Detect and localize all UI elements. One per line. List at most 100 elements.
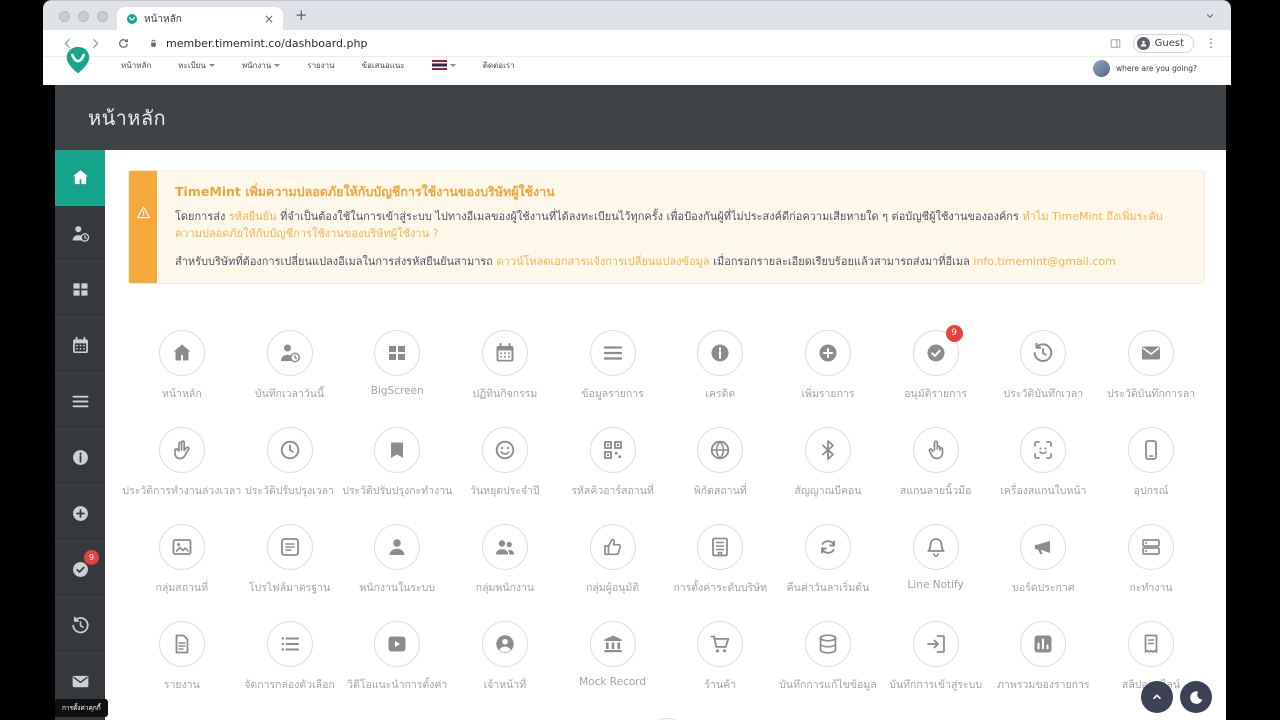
grid-item-phone[interactable]: อุปกรณ์	[1097, 415, 1205, 512]
grid-item-bank[interactable]: Mock Record	[559, 609, 667, 706]
grid-item-label: Line Notify	[907, 578, 964, 591]
browser-tab[interactable]: หน้าหลัก ×	[117, 7, 283, 31]
grid-item-label: ประวัติการทำงานล่วงเวลา	[122, 484, 242, 497]
grid-item-label: เจ้าหน้าที่	[483, 678, 527, 691]
grid-item-envelope[interactable]: ประวัติบันทึกการลา	[1097, 318, 1205, 415]
grid-item-hand-peace[interactable]: ประวัติการทำงานล่วงเวลา	[122, 415, 241, 512]
site-nav-item[interactable]: รายงาน	[307, 59, 334, 72]
site-nav-item[interactable]: ข้อเสนอแนะ	[362, 59, 405, 72]
grid-item-database[interactable]: บันทึกการแก้ไขข้อมูล	[774, 609, 882, 706]
grid-item-bluetooth[interactable]: สัญญาณบีคอน	[774, 415, 882, 512]
sidebar-item-plus-circle[interactable]	[55, 486, 105, 542]
sidebar-item-grid[interactable]	[55, 262, 105, 318]
grid-item-plus-circle[interactable]: เพิ่มรายการ	[774, 318, 882, 415]
user-clock-icon	[72, 226, 89, 242]
new-tab-button[interactable]: +	[295, 6, 308, 24]
grid-item-hand-point[interactable]: สแกนลายนิ้วมือ	[882, 415, 990, 512]
grid-item-label: เพิ่มรายการ	[801, 387, 855, 400]
minimize-window-icon[interactable]	[78, 11, 89, 22]
grid-item-document[interactable]: รายงาน	[128, 609, 236, 706]
envelope-icon	[72, 675, 88, 688]
account-area[interactable]: where are you going?	[1092, 60, 1197, 77]
sidebar-item-history[interactable]	[55, 598, 105, 654]
sidebar-item-home[interactable]	[55, 150, 105, 206]
grid-item-menu[interactable]: ข้อมูลรายการ	[559, 318, 667, 415]
site-nav-item[interactable]: พนักงาน	[242, 59, 281, 72]
sidebar-item-info[interactable]	[55, 430, 105, 486]
language-flag-th-icon[interactable]	[431, 60, 456, 70]
sidebar-item-user-clock[interactable]	[55, 206, 105, 262]
notice-link[interactable]: ดาวน์โหลดเอกสารแจ้งการเปลี่ยนแปลงข้อมูล	[496, 255, 709, 268]
notice-text: เมื่อกรอกรายละเอียดเรียบร้อยแล้วสามารถส่…	[709, 255, 974, 268]
browser-tab-strip: หน้าหลัก × +	[43, 0, 1231, 31]
grid-item-clock[interactable]: ประวัติปรับปรุงเวลา	[236, 415, 344, 512]
grid-item-note[interactable]: โน้ตกิจกรรม	[613, 706, 720, 720]
grid-item-chart[interactable]: ภาพรวมของรายการ	[990, 609, 1098, 706]
grid-item-users[interactable]: กลุ่มพนักงาน	[451, 512, 559, 609]
floating-buttons	[1141, 681, 1212, 713]
user-clock-icon	[280, 344, 300, 362]
tabstrip-chevron-icon[interactable]	[1205, 11, 1215, 21]
grid-item-face-scan[interactable]: เครื่องสแกนใบหน้า	[990, 415, 1098, 512]
site-nav-item[interactable]: ติดต่อเรา	[483, 59, 515, 72]
grid-item-label: ประวัติบันทึกเวลา	[1003, 387, 1084, 400]
grid-item-bookmark[interactable]: ประวัติปรับปรุงกะทำงาน	[342, 415, 452, 512]
grid-item-bell[interactable]: Line Notify	[882, 512, 990, 609]
chevron-down-icon	[208, 63, 215, 67]
calendar-icon	[72, 336, 88, 353]
grid-item-list-box[interactable]: โปรไฟล์มาตรฐาน	[236, 512, 344, 609]
sidebar-item-check-circle[interactable]: 9	[55, 542, 105, 598]
timemint-logo-icon[interactable]	[63, 44, 93, 76]
grid-item-checklist[interactable]: จัดการกล่องตัวเลือก	[236, 609, 344, 706]
grid-item-user[interactable]: พนักงานในระบบ	[343, 512, 451, 609]
grid-item-label: Mock Record	[579, 675, 647, 688]
tab-close-icon[interactable]: ×	[264, 13, 274, 25]
grid-item-user-circle[interactable]: เจ้าหน้าที่	[451, 609, 559, 706]
grid-item-history[interactable]: ประวัติบันทึกเวลา	[990, 318, 1098, 415]
user-circle-icon	[496, 634, 514, 653]
grid-item-label: บันทึกการเข้าสู่ระบบ	[889, 678, 982, 691]
browser-menu-icon[interactable]: ⋮	[1205, 36, 1217, 50]
close-window-icon[interactable]	[59, 11, 70, 22]
warning-triangle-icon	[136, 205, 151, 283]
sidebar-item-calendar[interactable]	[55, 318, 105, 374]
clock-icon	[280, 440, 299, 459]
grid-item-video[interactable]: วิดีโอแนะนำการตั้งค่า	[343, 609, 451, 706]
grid-item-home[interactable]: หน้าหลัก	[128, 318, 236, 415]
side-panel-icon[interactable]	[1109, 37, 1122, 50]
grid-item-building[interactable]: การตั้งค่าระดับบริษัท	[666, 512, 774, 609]
maximize-window-icon[interactable]	[97, 11, 108, 22]
grid-item-smiley[interactable]: วันหยุดประจำปี	[451, 415, 559, 512]
sidebar-item-menu[interactable]	[55, 374, 105, 430]
grid-item-check-circle[interactable]: 9 อนุมัติรายการ	[882, 318, 990, 415]
globe-icon	[711, 440, 730, 459]
megaphone-icon	[1035, 540, 1051, 554]
grid-item-thumbs-up[interactable]: กลุ่มผู้อนุมัติ	[559, 512, 667, 609]
grid-item-megaphone[interactable]: บอร์ดประกาศ	[990, 512, 1098, 609]
dark-mode-moon-button[interactable]	[1180, 681, 1212, 713]
grid-item-info[interactable]: เครดิต	[666, 318, 774, 415]
refresh-icon[interactable]	[117, 37, 130, 50]
grid-item-sync[interactable]: คืนค่าวันลาเริ่มต้น	[774, 512, 882, 609]
grid-item-globe[interactable]: พิกัดสถานที่	[666, 415, 774, 512]
grid-item-grid[interactable]: BigScreen	[343, 318, 451, 415]
window-controls[interactable]	[59, 11, 108, 22]
grid-item-cart[interactable]: ร้านค้า	[666, 609, 774, 706]
grid-item-user-clock[interactable]: บันทึกเวลาวันนี้	[236, 318, 344, 415]
cookie-settings-tooltip[interactable]: การตั้งค่าคุกกี้	[55, 699, 108, 717]
screen: หน้าหลัก × + member.timemint.co/dashboar…	[0, 0, 1280, 720]
url-field[interactable]: member.timemint.co/dashboard.php	[166, 37, 367, 50]
notice-link[interactable]: info.timemint@gmail.com	[973, 255, 1115, 268]
site-nav-item[interactable]: หน้าหลัก	[121, 59, 151, 72]
account-label: where are you going?	[1115, 64, 1197, 73]
grid-item-layers[interactable]: กะทำงาน	[1097, 512, 1205, 609]
grid-item-qr-code[interactable]: รหัสคิวอาร์สถานที่	[559, 415, 667, 512]
grid-item-calendar[interactable]: ปฏิทินกิจกรรม	[451, 318, 559, 415]
notice-link[interactable]: รหัสยืนยัน	[229, 210, 277, 223]
grid-item-image[interactable]: กลุ่มสถานที่	[128, 512, 236, 609]
site-nav-item[interactable]: ทะเบียน	[178, 59, 215, 72]
grid-item-login[interactable]: บันทึกการเข้าสู่ระบบ	[882, 609, 990, 706]
scroll-to-top-button[interactable]	[1141, 681, 1173, 713]
profile-pill[interactable]: Guest	[1132, 33, 1194, 53]
phone-icon	[1145, 439, 1157, 460]
